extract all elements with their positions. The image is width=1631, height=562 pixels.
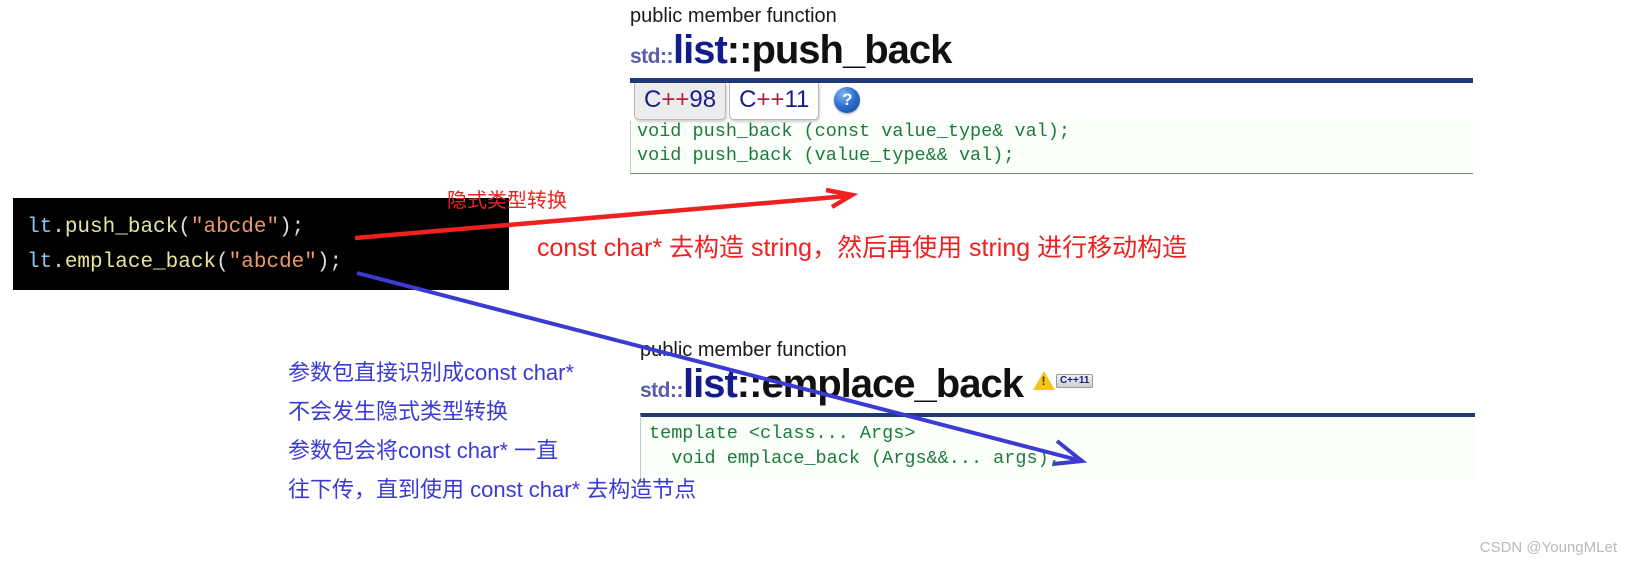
code-snippet-box: lt.push_back("abcde"); lt.emplace_back("… xyxy=(13,198,509,290)
help-icon[interactable]: ? xyxy=(834,87,861,113)
push-back-function: push_back xyxy=(751,28,952,72)
code-string-literal: "abcde" xyxy=(190,216,280,239)
code-open-paren: ( xyxy=(178,216,191,239)
code-method: push_back xyxy=(64,216,179,239)
watermark: CSDN @YoungMLet xyxy=(1479,539,1617,556)
code-dot: . xyxy=(52,251,65,274)
warning-triangle-icon xyxy=(1032,371,1055,391)
tab-cpp11-plus: ++ xyxy=(756,86,785,113)
code-dot: . xyxy=(52,216,65,239)
emplace-back-class: list xyxy=(683,362,738,406)
tab-cpp11[interactable]: C++11 xyxy=(729,83,820,120)
code-string-literal: "abcde" xyxy=(228,251,317,274)
push-back-signature-box: void push_back (const value_type& val); … xyxy=(630,117,1473,174)
code-variable: lt xyxy=(27,216,53,239)
push-back-title: std::list::push_back xyxy=(630,30,1473,70)
tab-cpp98[interactable]: C++98 xyxy=(634,83,727,120)
code-line: lt.push_back("abcde"); xyxy=(27,210,495,245)
code-open-paren: ( xyxy=(216,251,229,274)
cpp11-badge-group: C++11 xyxy=(1032,371,1094,391)
push-back-separator: :: xyxy=(726,28,753,72)
red-annotation-label: 隐式类型转换 xyxy=(447,190,567,212)
emplace-back-reference-panel: public member function std::list::emplac… xyxy=(640,338,1475,479)
cpp11-tag-label: C++11 xyxy=(1055,373,1094,388)
tab-cpp98-prefix: C xyxy=(644,86,662,113)
tab-cpp11-suffix: 11 xyxy=(784,86,810,113)
code-variable: lt xyxy=(27,251,53,274)
emplace-back-separator: :: xyxy=(736,362,763,406)
code-line: lt.emplace_back("abcde"); xyxy=(27,245,495,280)
code-method: emplace_back xyxy=(64,251,217,274)
tab-cpp98-suffix: 98 xyxy=(689,86,717,113)
code-close-paren: ); xyxy=(279,216,305,239)
emplace-back-kind-label: public member function xyxy=(640,339,847,361)
push-back-reference-panel: public member function std::list::push_b… xyxy=(630,4,1473,174)
tab-cpp11-prefix: C xyxy=(739,86,757,113)
blue-annotation-line: 不会发生隐式类型转换 xyxy=(288,399,509,424)
tab-cpp98-plus: ++ xyxy=(661,86,690,113)
push-back-class: list xyxy=(673,28,728,72)
push-back-tabbar: C++98 C++11 ? xyxy=(630,83,1473,121)
emplace-back-signature-box: template <class... Args> void emplace_ba… xyxy=(640,413,1475,479)
code-close-paren: ); xyxy=(316,251,343,274)
push-back-kind-label: public member function xyxy=(630,5,837,27)
emplace-back-signature-line: void emplace_back (Args&&... args); xyxy=(649,448,1060,469)
push-back-signature-line: void push_back (value_type&& val); xyxy=(637,145,1015,166)
emplace-back-function: emplace_back xyxy=(761,362,1024,406)
emplace-back-title: std::list::emplace_back C++11 xyxy=(640,364,1475,404)
push-back-namespace: std:: xyxy=(630,45,674,68)
emplace-back-namespace: std:: xyxy=(640,379,684,402)
blue-annotation-line: 往下传，直到使用 const char* 去构造节点 xyxy=(288,477,697,502)
emplace-back-signature-line: template <class... Args> xyxy=(649,423,916,444)
blue-annotation-line: 参数包会将const char* 一直 xyxy=(288,438,559,463)
blue-annotation-line: 参数包直接识别成const char* xyxy=(288,360,575,385)
push-back-signature-line: void push_back (const value_type& val); xyxy=(637,121,1070,142)
red-annotation-explanation: const char* 去构造 string，然后再使用 string 进行移动… xyxy=(537,234,1188,262)
